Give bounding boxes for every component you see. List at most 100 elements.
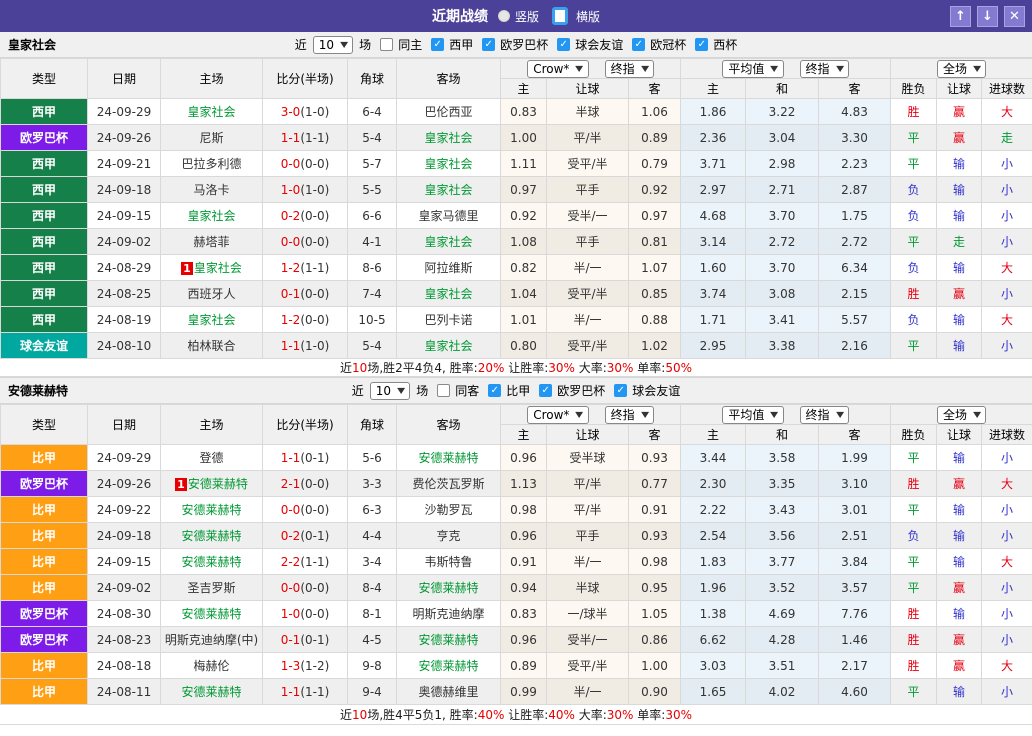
home-team: 安德莱赫特 [161, 679, 263, 705]
fulltime-score: 2-2 [281, 555, 301, 569]
league-badge: 西甲 [1, 151, 88, 177]
away-team: 皇家社会 [397, 229, 501, 255]
summary-part: 40% [548, 708, 575, 722]
league-checkbox[interactable]: ✓ [482, 38, 495, 51]
europe-draw-odds: 3.04 [746, 125, 819, 151]
summary-part: 让胜率: [504, 361, 548, 375]
summary-part: 10 [352, 708, 367, 722]
bookmaker-select[interactable]: Crow*▼ [527, 60, 588, 78]
radio-vertical[interactable]: 竖版 [498, 8, 539, 25]
match-count-select[interactable]: 10▼ [370, 382, 410, 400]
corner-count: 4-4 [348, 523, 397, 549]
league-badge: 球会友谊 [1, 333, 88, 359]
move-up-button[interactable]: ↑ [950, 6, 971, 27]
handicap-line: 一/球半 [547, 601, 629, 627]
away-team: 奥德赫维里 [397, 679, 501, 705]
europe-away-odds: 7.76 [819, 601, 891, 627]
league-checkbox[interactable]: ✓ [614, 384, 627, 397]
europe-odds-select[interactable]: 平均值▼ [722, 60, 783, 78]
handicap-result: 输 [937, 497, 982, 523]
winlose-result: 平 [891, 229, 937, 255]
period-select[interactable]: 全场▼ [937, 60, 986, 78]
europe-draw-odds: 3.70 [746, 203, 819, 229]
radio-vertical-icon[interactable] [498, 10, 510, 22]
europe-away-odds: 3.30 [819, 125, 891, 151]
handicap-line: 平/半 [547, 497, 629, 523]
halftime-score: (0-1) [300, 633, 329, 647]
close-button[interactable]: ✕ [1004, 6, 1025, 27]
summary-part: 单率: [633, 708, 665, 722]
league-badge: 西甲 [1, 255, 88, 281]
corner-count: 3-3 [348, 471, 397, 497]
league-checkbox[interactable]: ✓ [695, 38, 708, 51]
period-select[interactable]: 全场▼ [937, 406, 986, 424]
winlose-result: 平 [891, 125, 937, 151]
handicap-line: 平手 [547, 523, 629, 549]
goals-result: 小 [982, 151, 1032, 177]
match-score: 0-0(0-0) [263, 229, 348, 255]
fulltime-score: 1-2 [281, 261, 301, 275]
chevron-down-icon: ▼ [770, 410, 778, 419]
match-date: 24-09-15 [88, 203, 161, 229]
europe-odds-type-select[interactable]: 终指▼ [800, 60, 849, 78]
home-team-name: 皇家社会 [194, 261, 242, 275]
fulltime-score: 1-1 [281, 685, 301, 699]
sub-header-winlose: 胜负 [891, 79, 937, 99]
league-badge: 比甲 [1, 575, 88, 601]
same-venue-label: 同客 [454, 382, 480, 399]
goals-result: 大 [982, 653, 1032, 679]
fulltime-score: 0-2 [281, 529, 301, 543]
corner-count: 5-4 [348, 125, 397, 151]
league-checkbox[interactable]: ✓ [632, 38, 645, 51]
europe-home-odds: 6.62 [681, 627, 746, 653]
europe-away-odds: 4.83 [819, 99, 891, 125]
away-team-name: 皇家社会 [424, 339, 472, 353]
handicap-odds-type-select[interactable]: 终指▼ [605, 406, 654, 424]
europe-group-header: 平均值▼ 终指▼ [681, 405, 891, 425]
match-count-select[interactable]: 10▼ [313, 36, 353, 54]
europe-draw-odds: 3.08 [746, 281, 819, 307]
league-checkbox[interactable]: ✓ [431, 38, 444, 51]
league-checkbox[interactable]: ✓ [557, 38, 570, 51]
result-group-header: 全场▼ [891, 405, 1032, 425]
col-header-score: 比分(半场) [263, 405, 348, 445]
halftime-score: (1-1) [300, 555, 329, 569]
league-checkbox[interactable]: ✓ [488, 384, 501, 397]
home-team-name: 明斯克迪纳摩(中) [165, 633, 258, 647]
match-count-value: 10 [376, 384, 391, 398]
same-venue-checkbox[interactable] [380, 38, 393, 51]
same-venue-checkbox[interactable] [437, 384, 450, 397]
bookmaker-select[interactable]: Crow*▼ [527, 406, 588, 424]
europe-odds-type-select[interactable]: 终指▼ [800, 406, 849, 424]
europe-draw-odds: 3.56 [746, 523, 819, 549]
away-team: 明斯克迪纳摩 [397, 601, 501, 627]
europe-away-odds: 3.10 [819, 471, 891, 497]
league-checkbox[interactable]: ✓ [539, 384, 552, 397]
radio-horizontal-icon[interactable] [552, 7, 568, 25]
match-date: 24-09-02 [88, 575, 161, 601]
handicap-home-odds: 0.99 [501, 679, 547, 705]
table-row: 欧罗巴杯24-09-26尼斯1-1(1-1)5-4皇家社会1.00平/半0.89… [1, 125, 1032, 151]
winlose-result: 平 [891, 549, 937, 575]
sub-header-away-win: 客 [819, 79, 891, 99]
home-team-name: 尼斯 [199, 131, 223, 145]
europe-draw-odds: 3.58 [746, 445, 819, 471]
league-badge: 西甲 [1, 177, 88, 203]
same-venue-label: 同主 [397, 36, 423, 53]
match-date: 24-09-29 [88, 99, 161, 125]
radio-horizontal[interactable]: 横版 [549, 7, 600, 25]
chevron-down-icon: ▼ [641, 64, 649, 73]
fulltime-score: 1-2 [281, 313, 301, 327]
move-down-button[interactable]: ↓ [977, 6, 998, 27]
winlose-result: 平 [891, 679, 937, 705]
col-header-score: 比分(半场) [263, 59, 348, 99]
europe-odds-select[interactable]: 平均值▼ [722, 406, 783, 424]
europe-away-odds: 3.01 [819, 497, 891, 523]
handicap-result: 赢 [937, 575, 982, 601]
league-badge: 欧罗巴杯 [1, 471, 88, 497]
league-badge: 西甲 [1, 203, 88, 229]
handicap-odds-type-select[interactable]: 终指▼ [605, 60, 654, 78]
europe-away-odds: 6.34 [819, 255, 891, 281]
handicap-result: 输 [937, 151, 982, 177]
chevron-down-icon: ▼ [836, 64, 844, 73]
